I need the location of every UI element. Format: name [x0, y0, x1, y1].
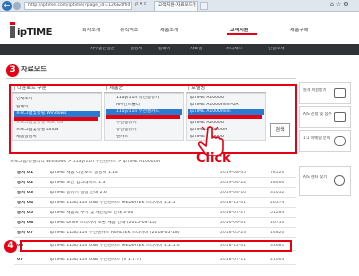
- row-title[interactable]: ipTIME Drive 드라이버 호환 제품 안내 (2015-04-15): [50, 221, 157, 226]
- row-number: 공지 02: [17, 181, 34, 185]
- close-tab-icon[interactable]: ×: [192, 2, 196, 7]
- subnav-manual[interactable]: 설명서: [130, 47, 142, 52]
- row-date: 2018-12-01: [220, 201, 247, 205]
- title-divider: [6, 78, 296, 79]
- subnav-faq[interactable]: 자주묻는질문: [90, 47, 115, 52]
- row-number: 공지 06: [17, 221, 34, 225]
- sidebar-email[interactable]: 1:1 이메일 문의: [299, 130, 351, 152]
- table-row[interactable]: 공지 03 ipTIME 공유기 설정 안내 2.6 2019-04-10 31…: [14, 188, 296, 198]
- click-annotation: Click: [196, 152, 231, 165]
- row-title[interactable]: ipTIME 보안 업그레이드 1.3: [50, 181, 105, 186]
- table-row[interactable]: 07 ipTIME 11ac/11n USB 무선랜카드 (V 1.7.7) 2…: [14, 255, 296, 265]
- row-number: 공지 01: [17, 171, 34, 175]
- highlight-frame: [20, 240, 292, 252]
- search-icon: [334, 175, 345, 186]
- row-date: 2019-08-05: [220, 171, 247, 175]
- subnav-press[interactable]: 프리세스: [226, 47, 243, 52]
- sidebar-as-request[interactable]: A/S 신청 및 접수: [299, 106, 351, 128]
- row-views: 78520: [270, 171, 285, 175]
- table-row[interactable]: 공지 05 ipTIME 제품의 쿠키 및 개인정보 안내 3.06 2018-…: [14, 208, 296, 218]
- row-title[interactable]: ipTIME 11ac/11n USB 무선랜카드 MEDIATEK 드라이버 …: [50, 201, 175, 206]
- menu-active-underline: [227, 25, 257, 35]
- row-date: 2019-04-22: [220, 181, 247, 185]
- row-views: 21063: [270, 258, 285, 262]
- sidebar-center-find[interactable]: A/S 센터 찾기: [299, 166, 351, 196]
- row-views: 51284: [270, 211, 285, 215]
- browser-toolbar-icons[interactable]: ⌂☆⚙: [330, 2, 351, 8]
- table-row[interactable]: 공지 02 ipTIME 보안 업그레이드 1.3 2019-04-22 184…: [14, 178, 296, 188]
- table-row[interactable]: 공지 04 ipTIME 11ac/11n USB 무선랜카드 MEDIATEK…: [14, 198, 296, 208]
- row-views: 16750: [270, 221, 285, 225]
- sidebar-label: A/S 신청 및 접수: [303, 112, 332, 116]
- table-row[interactable]: 공지 01 ipTIME 제품 다운로드 설명서 1.14 2019-08-05…: [14, 168, 296, 178]
- row-title[interactable]: ipTIME 11ac/11n USB 무선랜카드 (V 1.7.7): [50, 258, 141, 263]
- row-date: 2018-07-27: [220, 211, 247, 215]
- chat-icon: [334, 136, 346, 146]
- menu-info[interactable]: 유직식소: [120, 28, 138, 33]
- menu-products[interactable]: 제품소개: [160, 28, 178, 33]
- back-button[interactable]: ←: [2, 1, 12, 11]
- address-bar-icons[interactable]: ρ ▾ c: [135, 2, 147, 7]
- row-title[interactable]: ipTIME 공유기 설정 안내 2.6: [50, 191, 107, 196]
- row-number: 공지 04: [17, 201, 34, 205]
- row-date: 2018-05-23: [220, 231, 247, 235]
- sidebar-remote-support[interactable]: 원격 지원받기: [299, 82, 351, 104]
- sidebar-label: 1:1 이메일 문의: [303, 136, 331, 140]
- row-views: 18460: [270, 181, 285, 185]
- subnav-downloads[interactable]: 자료실: [190, 47, 202, 52]
- subnav-links[interactable]: 연결소개: [268, 47, 285, 52]
- sub-navigation: [0, 44, 359, 55]
- sidebar-label: A/S 센터 찾기: [303, 175, 327, 179]
- menu-company[interactable]: 회사소개: [82, 28, 100, 33]
- page-title: 자료모드: [21, 66, 47, 73]
- row-date: 2018-07-11: [220, 258, 247, 262]
- forward-button[interactable]: [13, 2, 21, 10]
- document-icon: [334, 112, 346, 122]
- new-tab-button[interactable]: [200, 2, 208, 10]
- monitor-icon: [334, 88, 346, 98]
- step-badge-4: 4: [4, 240, 17, 253]
- logo-bar-icon: [10, 26, 15, 38]
- sidebar-label: 원격 지원받기: [303, 88, 327, 92]
- site-logo[interactable]: ipTIME: [17, 28, 52, 38]
- table-row[interactable]: 공지 07 ipTIME 11ac/11n 무선랜카드 REALTEK 드라이버…: [14, 228, 296, 238]
- row-views: 31052: [270, 191, 285, 195]
- row-date: 2016-09-01: [220, 221, 247, 225]
- table-row[interactable]: 공지 06 ipTIME Drive 드라이버 호환 제품 안내 (2015-0…: [14, 218, 296, 228]
- menu-purchase[interactable]: 제품구매: [290, 28, 308, 33]
- subnav-firmware[interactable]: 펌웨어: [158, 47, 170, 52]
- row-views: 14820: [270, 231, 285, 235]
- address-bar[interactable]: http://iptime.com/iptime/?page_id=126&df…: [24, 2, 132, 10]
- row-views: 26374: [270, 201, 285, 205]
- step-badge-3: 3: [6, 64, 19, 77]
- row-date: 2019-04-10: [220, 191, 247, 195]
- row-number: 공지 05: [17, 211, 34, 215]
- row-title[interactable]: ipTIME 11ac/11n 무선랜카드 REALTEK 드라이버 (2018…: [50, 231, 180, 236]
- row-number: 공지 03: [17, 191, 34, 195]
- logo-dot-icon: [10, 22, 15, 25]
- row-number: 공지 07: [17, 231, 34, 235]
- row-title[interactable]: ipTIME 제품 다운로드 설명서 1.14: [50, 171, 118, 176]
- row-number: 07: [17, 258, 24, 262]
- breadcrumb: 프로그램/유틸리티 Windows > 11ay/11n 무선랜카드 > ipT…: [10, 160, 161, 164]
- highlight-frame: [9, 84, 297, 154]
- row-title[interactable]: ipTIME 제품의 쿠키 및 개인정보 안내 3.06: [50, 211, 133, 216]
